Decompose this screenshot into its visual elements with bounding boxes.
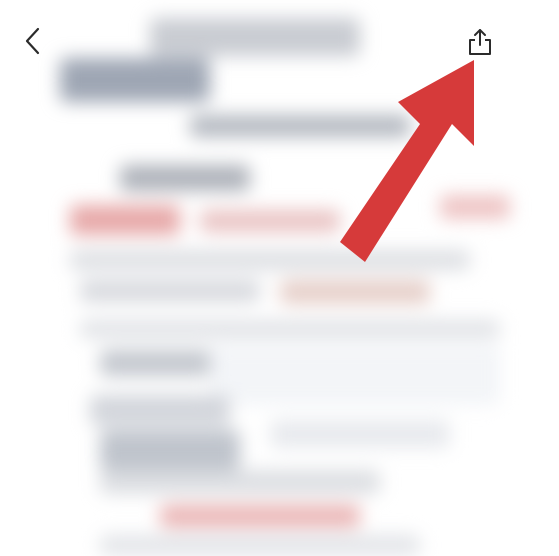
document-viewer-screen [0,0,559,556]
blurred-document-preview [40,0,540,556]
share-button[interactable] [462,22,498,62]
back-button[interactable] [18,24,48,58]
share-upload-icon [469,29,491,55]
chevron-left-icon [25,27,40,55]
